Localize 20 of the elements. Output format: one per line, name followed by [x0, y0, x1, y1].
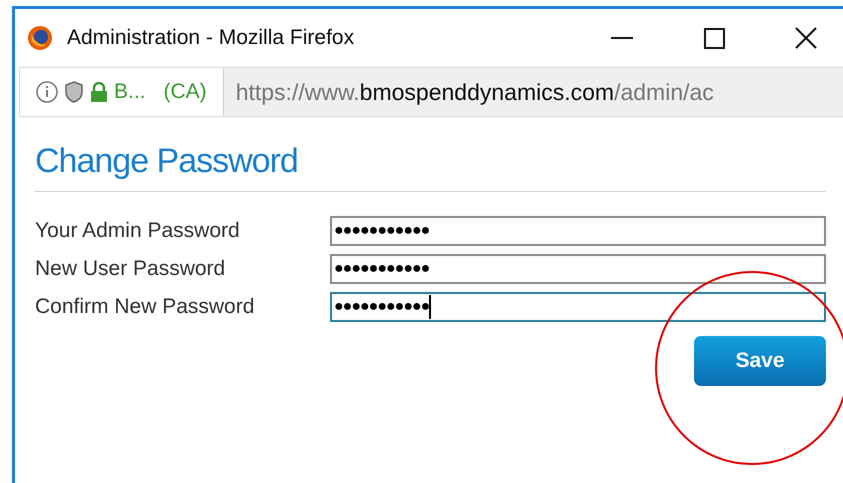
address-bar[interactable]: B... (CA) https://www.bmospenddynamics.com/admin/ac [19, 67, 843, 117]
site-identity: B... [114, 79, 146, 106]
url-text: https://www.bmospenddynamics.com/admin/ac [236, 78, 714, 107]
country-label: (CA) [164, 79, 207, 106]
page-heading: Change Password [35, 139, 826, 192]
info-icon [36, 81, 58, 103]
field-label: Your Admin Password [35, 218, 241, 244]
password-field[interactable]: ●●●●●●●●●●● [330, 292, 826, 322]
save-button[interactable]: Save [694, 336, 826, 386]
field-label: Confirm New Password [35, 294, 256, 320]
lock-icon [90, 82, 108, 102]
field-label: New User Password [35, 256, 226, 282]
password-field[interactable]: ●●●●●●●●●●● [330, 254, 826, 284]
shield-icon [64, 81, 84, 103]
browser-logo-icon [27, 25, 53, 51]
close-icon [795, 27, 817, 49]
password-field[interactable]: ●●●●●●●●●●● [330, 216, 826, 246]
maximize-icon [704, 28, 724, 48]
minimize-icon [611, 37, 633, 39]
window-title: Administration - Mozilla Firefox [67, 25, 354, 52]
